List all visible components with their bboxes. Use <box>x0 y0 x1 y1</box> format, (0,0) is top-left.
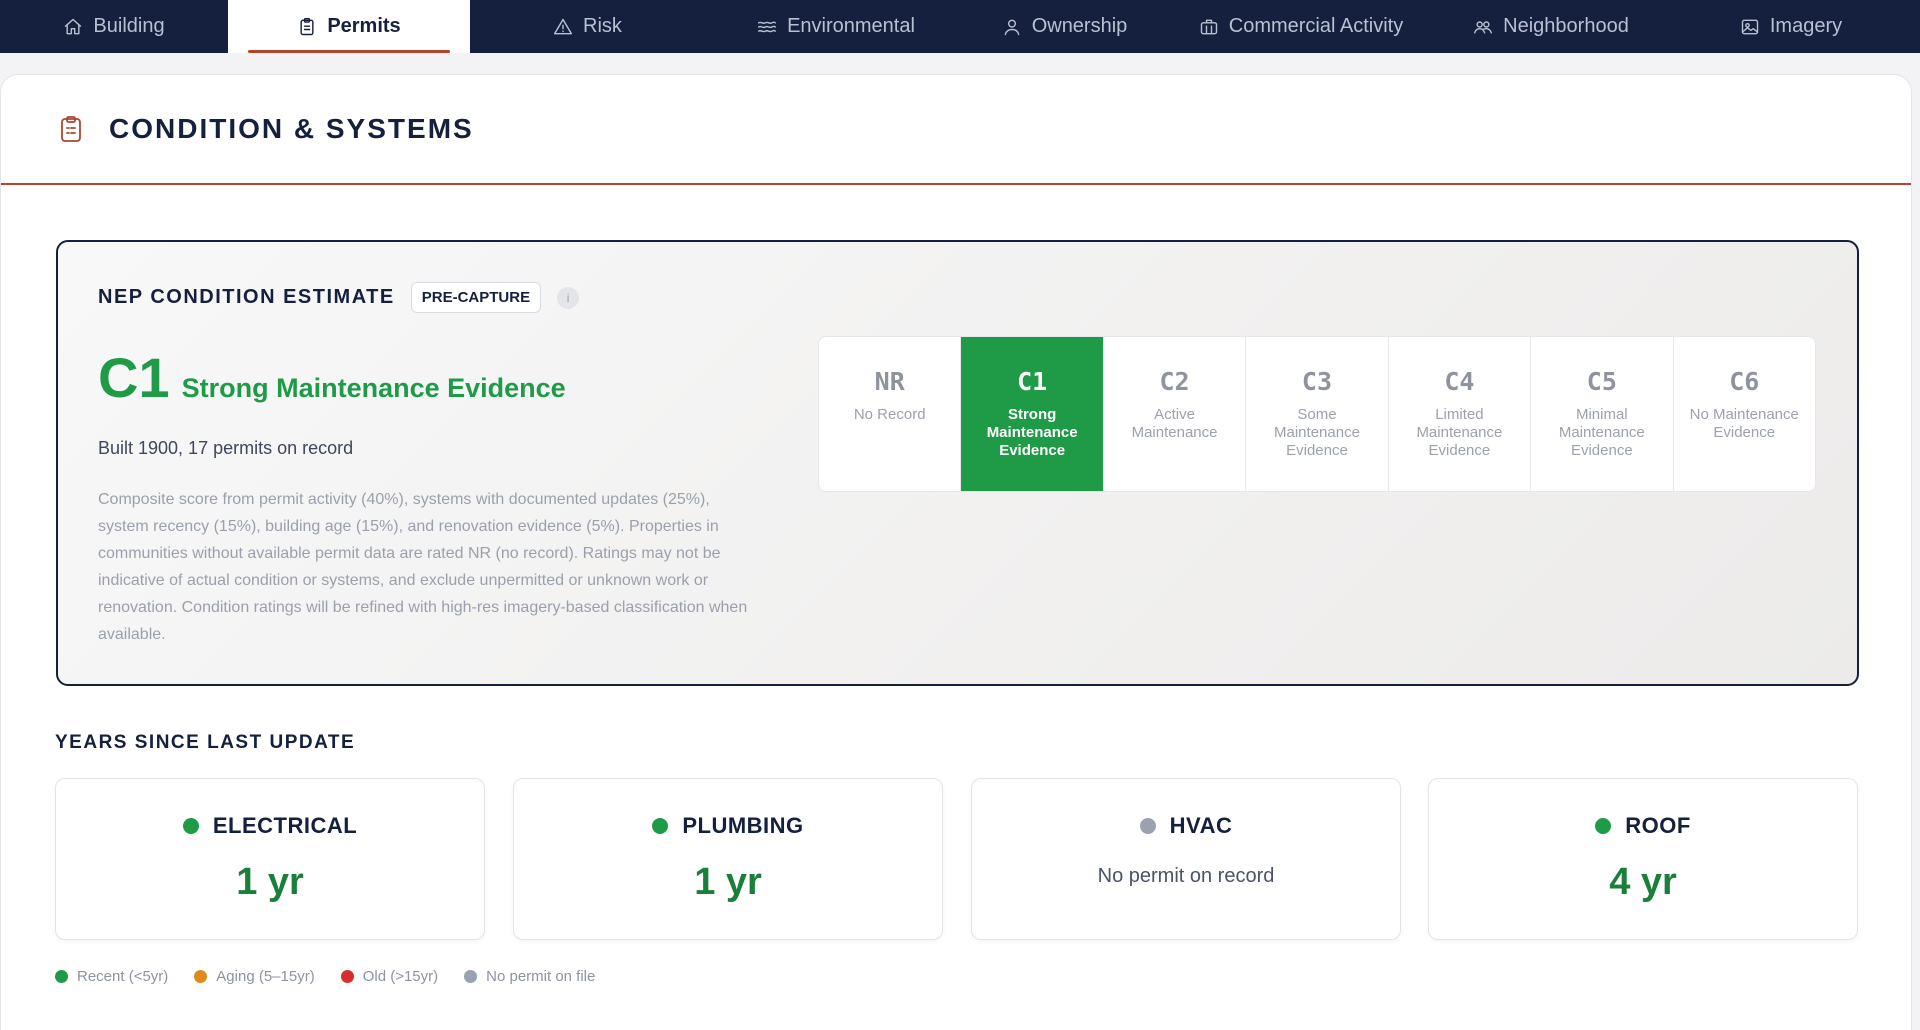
scale-item-nr[interactable]: NR No Record <box>819 337 962 491</box>
estimate-title: NEP CONDITION ESTIMATE <box>98 286 395 308</box>
person-icon <box>1004 19 1020 35</box>
system-card-roof: ROOF 4 yr <box>1428 778 1858 940</box>
legend-item-no-permit: No permit on file <box>464 968 595 985</box>
system-header: ROOF <box>1595 813 1691 839</box>
legend-label: Aging (5–15yr) <box>216 968 315 985</box>
system-header: PLUMBING <box>652 813 803 839</box>
grade-row: C1 Strong Maintenance Evidence <box>98 350 566 406</box>
system-years-value: 1 yr <box>236 861 304 903</box>
clipboard-icon <box>61 116 81 142</box>
tab-label: Neighborhood <box>1503 15 1629 37</box>
scale-code: C1 <box>1017 367 1048 396</box>
system-no-permit-text: No permit on record <box>1097 865 1275 887</box>
tab-commercial-activity[interactable]: Commercial Activity <box>1162 0 1440 53</box>
briefcase-icon <box>1200 19 1217 34</box>
tab-label: Permits <box>327 15 401 37</box>
condition-estimate-panel: NEP CONDITION ESTIMATE PRE-CAPTURE i C1 … <box>56 240 1859 686</box>
scale-code: NR <box>874 367 905 396</box>
tab-ownership[interactable]: Ownership <box>967 0 1162 53</box>
section-header: CONDITION & SYSTEMS <box>1 75 1911 185</box>
legend-label: No permit on file <box>486 968 596 985</box>
scale-code: C3 <box>1301 367 1333 396</box>
people-icon <box>1474 20 1493 34</box>
scale-code: C5 <box>1586 367 1617 396</box>
scale-code: C6 <box>1729 367 1760 396</box>
scale-item-c5[interactable]: C5 Minimal Maintenance Evidence <box>1531 337 1674 491</box>
status-dot <box>652 818 669 834</box>
scale-label: No Record <box>853 406 926 423</box>
tab-permits[interactable]: Permits <box>228 0 470 53</box>
grade-label: Strong Maintenance Evidence <box>181 373 566 403</box>
status-dot <box>182 818 199 834</box>
tab-label: Risk <box>583 15 622 37</box>
built-summary: Built 1900, 17 permits on record <box>98 438 354 458</box>
home-icon <box>65 18 82 34</box>
clipboard-icon <box>300 17 314 35</box>
tab-label: Building <box>93 15 165 37</box>
image-icon <box>1741 19 1759 34</box>
warning-icon <box>554 18 573 34</box>
system-header: HVAC <box>1139 813 1233 839</box>
grade-code: C1 <box>98 346 170 409</box>
estimate-header: NEP CONDITION ESTIMATE PRE-CAPTURE i <box>98 282 580 313</box>
legend-label: Old (>15yr) <box>362 968 439 985</box>
condition-scale: NR No Record C1 Strong Maintenance Evide… <box>818 336 1816 492</box>
scale-item-c1[interactable]: C1 Strong Maintenance Evidence <box>961 337 1104 491</box>
tab-building[interactable]: Building <box>0 0 228 53</box>
info-icon[interactable]: i <box>557 286 580 309</box>
top-nav: Building Permits Risk Environmental Owne… <box>0 0 1920 53</box>
status-dot <box>1595 818 1612 834</box>
scale-code: C2 <box>1159 367 1190 396</box>
methodology-description: Composite score from permit activity (40… <box>98 491 748 643</box>
scale-code: C4 <box>1444 367 1475 396</box>
system-name: ROOF <box>1625 813 1691 838</box>
pre-capture-badge: PRE-CAPTURE <box>410 282 542 313</box>
waves-icon <box>758 20 777 32</box>
legend-item-old: Old (>15yr) <box>340 968 439 985</box>
tab-label: Imagery <box>1769 15 1843 37</box>
status-dot <box>1139 818 1156 834</box>
legend-label: Recent (<5yr) <box>77 968 169 985</box>
tab-imagery[interactable]: Imagery <box>1662 0 1920 53</box>
system-card-electrical: ELECTRICAL 1 yr <box>55 778 485 940</box>
scale-label: Minimal Maintenance Evidence <box>1558 406 1645 459</box>
scale-label: Strong Maintenance Evidence <box>986 406 1078 459</box>
tab-neighborhood[interactable]: Neighborhood <box>1440 0 1662 53</box>
scale-label: Some Maintenance Evidence <box>1274 406 1360 459</box>
tab-label: Ownership <box>1031 15 1128 37</box>
status-legend: Recent (<5yr) Aging (5–15yr) Old (>15yr)… <box>55 968 595 985</box>
legend-dot <box>194 970 208 983</box>
legend-item-aging: Aging (5–15yr) <box>194 968 315 985</box>
scale-label: Limited Maintenance Evidence <box>1416 406 1503 459</box>
scale-item-c2[interactable]: C2 Active Maintenance <box>1104 337 1247 491</box>
system-name: ELECTRICAL <box>212 813 358 838</box>
years-since-update-title: YEARS SINCE LAST UPDATE <box>55 732 356 753</box>
system-header: ELECTRICAL <box>182 813 358 839</box>
system-card-hvac: HVAC No permit on record <box>971 778 1401 940</box>
tab-risk[interactable]: Risk <box>470 0 705 53</box>
section-title: CONDITION & SYSTEMS <box>109 113 474 144</box>
tab-environmental[interactable]: Environmental <box>705 0 967 53</box>
tab-label: Environmental <box>787 15 915 37</box>
system-card-plumbing: PLUMBING 1 yr <box>513 778 943 940</box>
scale-item-c6[interactable]: C6 No Maintenance Evidence <box>1674 337 1815 491</box>
tab-label: Commercial Activity <box>1228 15 1404 37</box>
legend-item-recent: Recent (<5yr) <box>55 968 168 985</box>
scale-item-c3[interactable]: C3 Some Maintenance Evidence <box>1246 337 1389 491</box>
system-years-value: 4 yr <box>1609 861 1677 903</box>
legend-dot <box>55 970 68 983</box>
legend-dot <box>340 970 354 983</box>
system-name: PLUMBING <box>682 813 804 838</box>
legend-dot <box>464 970 478 983</box>
scale-item-c4[interactable]: C4 Limited Maintenance Evidence <box>1389 337 1532 491</box>
scale-label: No Maintenance Evidence <box>1689 406 1799 441</box>
scale-label: Active Maintenance <box>1131 406 1218 441</box>
system-name: HVAC <box>1169 813 1233 838</box>
system-years-value: 1 yr <box>694 861 762 903</box>
